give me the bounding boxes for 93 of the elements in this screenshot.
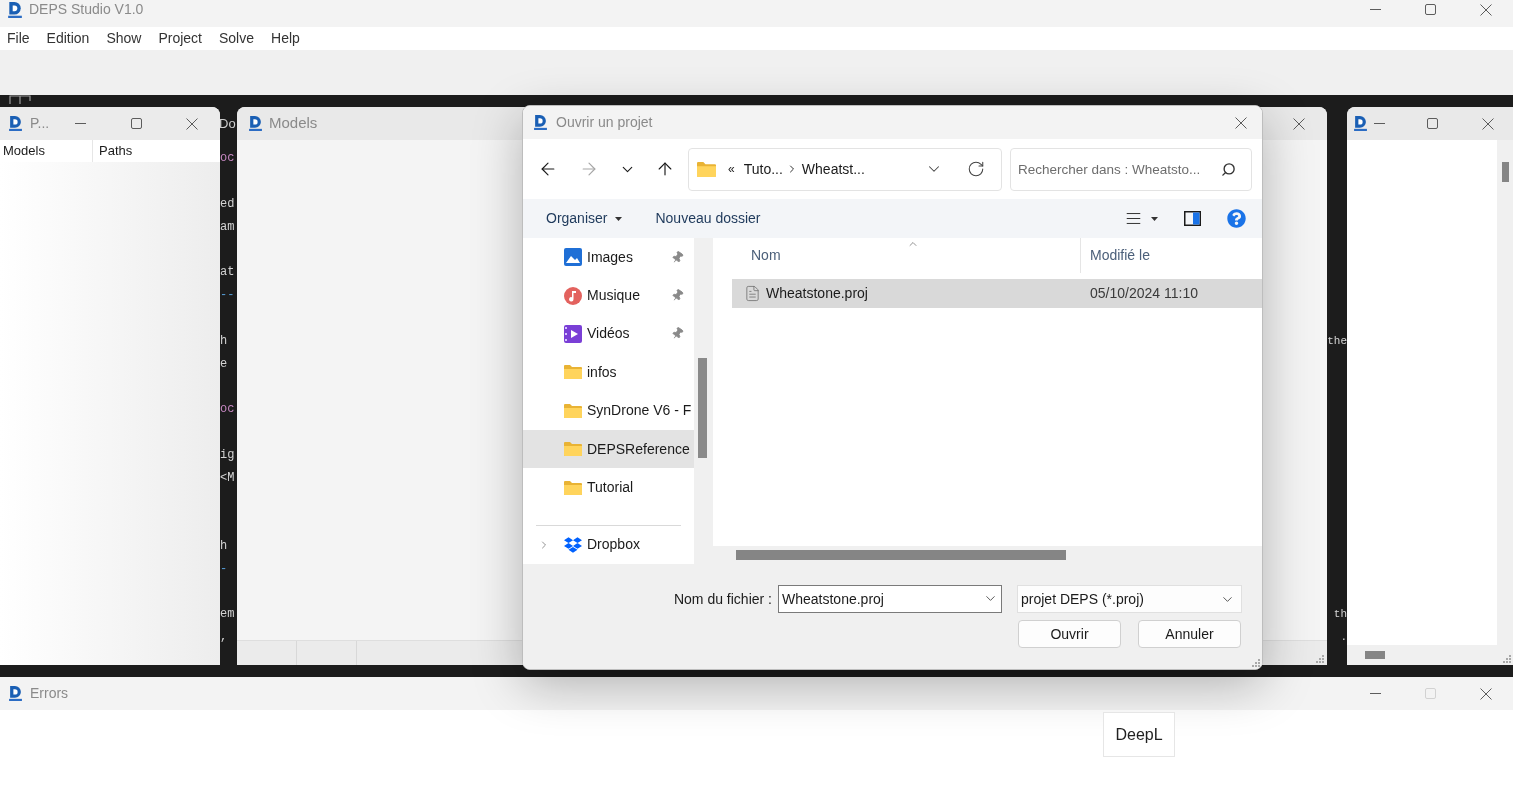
refresh-icon <box>967 160 985 178</box>
close-icon <box>1482 117 1494 130</box>
resize-grip-icon[interactable] <box>1252 659 1260 667</box>
code-text: the <box>1327 333 1347 349</box>
menu-item[interactable]: Help <box>271 28 300 49</box>
popup-button[interactable]: DeepL <box>1103 712 1175 757</box>
code-text: oc <box>220 401 235 419</box>
folder-icon <box>564 442 582 457</box>
close-icon <box>1235 116 1247 129</box>
file-row[interactable]: Wheatstone.proj 05/10/2024 11:10 <box>732 279 1262 308</box>
code-text: am <box>220 218 235 236</box>
menu-item[interactable]: File <box>7 28 30 49</box>
minimize-icon <box>1370 693 1381 694</box>
scrollbar-thumb[interactable] <box>698 358 707 458</box>
logo-icon <box>9 686 22 701</box>
open-button[interactable]: Ouvrir <box>1018 620 1121 648</box>
folder-icon <box>564 365 582 380</box>
scrollbar-thumb[interactable] <box>736 550 1066 560</box>
app-title: DEPS Studio V1.0 <box>29 0 144 19</box>
caret-icon <box>1151 216 1158 221</box>
music-note-icon <box>564 286 582 305</box>
folder-icon <box>564 480 582 495</box>
logo-icon <box>534 115 547 130</box>
frame-icon <box>9 95 31 104</box>
breadcrumb[interactable]: Wheatst... <box>801 158 865 180</box>
filename-field[interactable]: Wheatstone.proj <box>778 585 1002 613</box>
window-title: P... <box>30 114 50 133</box>
cancel-button[interactable]: Annuler <box>1138 620 1241 648</box>
window-title: Errors <box>30 684 69 703</box>
nav-item[interactable]: DEPSReference <box>523 429 694 469</box>
code-text: at <box>220 264 235 282</box>
address-bar[interactable]: « Tuto... Wheatst... <box>688 147 1002 191</box>
filename-label: Nom du fichier : <box>673 589 772 609</box>
minimize-icon <box>1370 9 1381 10</box>
file-date: 05/10/2024 11:10 <box>1090 284 1198 303</box>
code-text: . <box>1340 629 1347 645</box>
film-icon <box>564 324 582 343</box>
close-icon <box>186 117 198 130</box>
picture-icon <box>564 248 582 267</box>
search-field[interactable]: Rechercher dans : Wheatsto... <box>1010 147 1252 191</box>
column-header[interactable]: Paths <box>93 140 220 162</box>
code-text: h <box>220 537 228 555</box>
maximize-icon <box>1426 118 1438 129</box>
dropbox-icon <box>564 535 582 554</box>
code-text: em <box>220 606 235 624</box>
resize-grip-icon[interactable] <box>1316 655 1324 663</box>
code-text: h <box>220 332 228 350</box>
close-icon <box>1479 687 1492 700</box>
code-text: e <box>220 355 228 373</box>
maximize-icon <box>1425 4 1436 15</box>
menu-item[interactable]: Show <box>106 28 142 49</box>
logo-icon <box>249 116 262 131</box>
maximize-icon <box>1425 688 1436 699</box>
list-view-icon <box>1125 210 1142 227</box>
menu-item[interactable]: Solve <box>219 28 254 49</box>
window-title: Models <box>269 113 318 134</box>
minimize-icon <box>74 123 86 124</box>
search-icon[interactable] <box>1221 161 1236 177</box>
column-header[interactable]: Nom <box>713 238 1081 273</box>
help-icon <box>1227 209 1246 228</box>
menu-item[interactable]: Edition <box>46 28 90 49</box>
file-name: Wheatstone.proj <box>766 284 868 303</box>
resize-grip-icon[interactable] <box>1503 655 1511 663</box>
document-icon <box>744 285 761 302</box>
code-text: ig <box>220 446 235 464</box>
caret-icon <box>615 216 623 221</box>
tab-title: Do <box>219 114 236 133</box>
code-text: -- <box>220 287 235 305</box>
maximize-icon <box>130 118 142 129</box>
close-icon <box>1293 117 1305 130</box>
close-icon <box>1479 3 1492 16</box>
minimize-icon <box>1373 123 1385 124</box>
code-text: <M <box>220 469 235 487</box>
preview-pane-icon <box>1184 211 1201 226</box>
column-header[interactable]: Modifié le <box>1081 238 1262 273</box>
dialog-title: Ouvrir un projet <box>556 113 653 132</box>
breadcrumb[interactable]: Tuto... <box>743 158 783 180</box>
breadcrumb-overflow[interactable]: « <box>728 160 735 178</box>
logo-icon <box>9 116 22 131</box>
code-text: - <box>220 560 228 578</box>
scrollbar-thumb[interactable] <box>1501 162 1509 182</box>
new-folder-button[interactable]: Nouveau dossier <box>645 203 771 234</box>
code-text: oc <box>220 150 235 168</box>
file-type-dropdown[interactable]: projet DEPS (*.proj) <box>1017 585 1242 613</box>
scrollbar-thumb[interactable] <box>1365 651 1385 659</box>
menu-item[interactable]: Project <box>158 28 202 49</box>
organize-menu-button[interactable]: Organiser <box>536 203 633 234</box>
folder-icon <box>564 403 582 418</box>
folder-icon <box>697 161 716 177</box>
code-text: th <box>1333 607 1347 623</box>
logo-icon <box>1354 116 1367 131</box>
code-text: , <box>220 629 228 647</box>
code-text: ed <box>220 196 235 213</box>
